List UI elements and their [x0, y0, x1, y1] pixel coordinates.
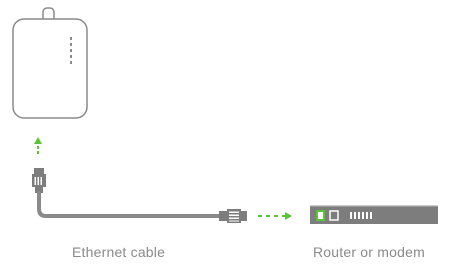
- device-icon: [12, 7, 88, 119]
- ethernet-cable-label: Ethernet cable: [72, 244, 166, 260]
- ethernet-plug-top-icon: [32, 168, 46, 193]
- router-label: Router or modem: [313, 244, 425, 260]
- arrow-right-icon: [258, 212, 292, 220]
- ethernet-plug-side-icon: [219, 209, 247, 223]
- ethernet-cable: [37, 191, 223, 218]
- router-icon: [310, 205, 438, 224]
- arrow-up-icon: [34, 137, 42, 154]
- setup-diagram: [12, 7, 438, 224]
